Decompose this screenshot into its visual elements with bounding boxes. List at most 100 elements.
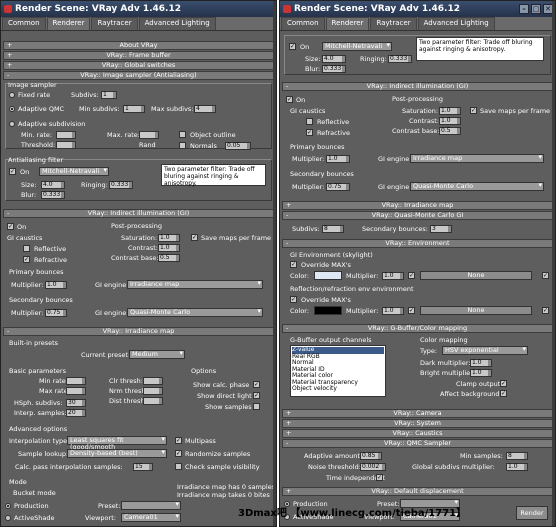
minimize-icon[interactable]: – [519,4,529,14]
refractive-checkbox[interactable] [306,129,313,136]
nrm-thresh-field[interactable] [143,387,163,395]
env-map-checkbox[interactable] [408,272,415,279]
render-button[interactable]: Render [516,506,548,520]
min-subdivs-field[interactable]: 1 [123,105,145,113]
normals-field[interactable]: 0.05 [225,142,251,150]
show-samples-checkbox[interactable] [253,403,260,410]
rr-map-button[interactable]: None [420,306,532,315]
tab-raytracer[interactable]: Raytracer [91,17,138,30]
max-subdivs-field[interactable]: 4 [194,105,216,113]
clamp-output-checkbox[interactable] [500,380,507,387]
rollout-qmc-sampler[interactable]: - VRay:: QMC Sampler [282,439,553,448]
randomize-samples-checkbox[interactable] [175,450,182,457]
blur-field[interactable]: 0.333 [41,191,65,199]
subdivs-field[interactable]: 1 [101,91,117,99]
rollout-default-displacement[interactable]: + VRay:: Default displacement [282,487,553,496]
save-maps-checkbox[interactable] [470,107,477,114]
rollout-camera[interactable]: + VRay:: Camera [282,409,553,418]
tab-advanced-lighting[interactable]: Advanced Lighting [417,17,495,30]
gi-on-checkbox[interactable] [286,96,293,103]
pb-engine-dropdown[interactable]: Irradiance map [127,280,263,289]
contrast-base-field[interactable]: 0.5 [158,254,180,262]
affect-background-checkbox[interactable] [500,390,507,397]
tab-renderer[interactable]: Renderer [325,17,370,30]
sample-lookup-dropdown[interactable]: Density-based (best) [67,449,167,458]
env-multiplier-field[interactable]: 1.0 [382,272,404,280]
secondary-bounces-field[interactable]: 3 [430,225,452,233]
rollout-indirect-illumination[interactable]: - VRay:: Indirect illumination (GI) [282,82,553,91]
contrast-field[interactable]: 1.0 [439,117,461,125]
cm-type-dropdown[interactable]: HSV exponential [442,346,528,355]
production-radio[interactable] [5,503,11,509]
sb-engine-dropdown[interactable]: Quasi-Monte Carlo [410,182,544,191]
check-visibility-checkbox[interactable] [175,463,182,470]
bright-multiplier-field[interactable]: 1.0 [470,369,492,377]
tab-advanced-lighting[interactable]: Advanced Lighting [138,17,216,30]
tab-common[interactable]: Common [2,17,46,30]
normals-checkbox[interactable] [179,142,186,149]
pb-multiplier-field[interactable]: 1.0 [45,281,67,289]
rr-multiplier-field[interactable]: 1.0 [382,307,404,315]
aa-filter-dropdown[interactable]: Mitchell-Netravali [322,42,392,51]
saturation-field[interactable]: 1.0 [158,234,180,242]
min-rate-field[interactable] [56,131,76,139]
sb-engine-dropdown[interactable]: Quasi-Monte Carlo [127,308,263,317]
preset-dropdown[interactable] [121,501,181,510]
sb-multiplier-field[interactable]: 0.75 [326,183,350,191]
refractive-checkbox[interactable] [23,256,30,263]
reflective-checkbox[interactable] [23,245,30,252]
time-independent-checkbox[interactable] [376,474,383,481]
ringing-field[interactable]: 0.333 [388,55,412,63]
min-rate-field[interactable] [66,377,86,385]
noise-threshold-field[interactable]: 0.002 [360,463,386,471]
rollout-indirect-illumination[interactable]: - VRay:: Indirect illumination (GI) [3,209,274,218]
dark-multiplier-field[interactable]: 1.0 [470,359,492,367]
calc-pass-field[interactable]: 15 [133,463,153,471]
viewport-dropdown[interactable]: Camera01 [121,513,181,522]
current-preset-dropdown[interactable]: Medium [129,350,185,359]
multipass-checkbox[interactable] [175,437,182,444]
adaptive-subdivision-radio[interactable] [9,121,15,127]
rollout-image-sampler[interactable]: - VRay:: Image sampler (Antialiasing) [3,71,274,80]
size-field[interactable]: 4.0 [41,181,65,189]
override-max-2-checkbox[interactable] [290,296,297,303]
gi-on-checkbox[interactable] [7,223,14,230]
clr-thresh-field[interactable] [143,377,163,385]
env-map-enable-checkbox[interactable] [542,272,549,279]
gbuffer-channels-list[interactable]: Z-value Real RGB Normal Material ID Mate… [290,345,386,397]
aa-on-checkbox[interactable] [289,43,296,50]
object-outline-checkbox[interactable] [179,131,186,138]
adaptive-qmc-radio[interactable] [9,106,15,112]
rollout-environment[interactable]: - VRay:: Environment [282,239,553,248]
tab-renderer[interactable]: Renderer [46,17,91,30]
interp-type-dropdown[interactable]: Least squares fit (good/smooth [67,436,167,451]
contrast-field[interactable]: 1.0 [158,244,180,252]
override-max-checkbox[interactable] [290,261,297,268]
aa-on-checkbox[interactable] [9,168,16,175]
adaptive-amount-field[interactable]: 0.85 [360,452,382,460]
aa-filter-dropdown[interactable]: Mitchell-Netravali [39,167,109,176]
maximize-icon[interactable]: □ [531,4,541,14]
skylight-color-swatch[interactable] [314,271,342,280]
save-maps-checkbox[interactable] [191,234,198,241]
rollout-caustics[interactable]: + VRay:: Caustics [282,429,553,438]
tab-common[interactable]: Common [281,17,325,30]
env-map-button[interactable]: None [420,271,532,280]
rollout-scrollbar[interactable] [552,1,555,526]
interp-samples-field[interactable]: 20 [66,409,86,417]
activeshade-radio[interactable] [5,515,11,521]
tab-raytracer[interactable]: Raytracer [370,17,417,30]
size-field[interactable]: 4.0 [322,55,346,63]
pb-multiplier-field[interactable]: 1.0 [326,155,350,163]
rollout-gbuffer-color-mapping[interactable]: - VRay:: G-Buffer/Color mapping [282,324,553,333]
list-item[interactable]: Object velocity [292,385,384,393]
dist-thresh-field[interactable] [143,397,163,405]
rollout-global-switches[interactable]: + VRay:: Global switches [3,61,274,70]
saturation-field[interactable]: 1.0 [439,107,461,115]
threshold-field[interactable] [56,141,76,149]
contrast-base-field[interactable]: 0.5 [439,127,461,135]
qmcgi-subdivs-field[interactable]: 8 [322,225,344,233]
ringing-field[interactable]: 0.333 [109,181,133,189]
show-calc-phase-checkbox[interactable] [253,381,260,388]
rollout-scrollbar[interactable] [273,1,276,526]
